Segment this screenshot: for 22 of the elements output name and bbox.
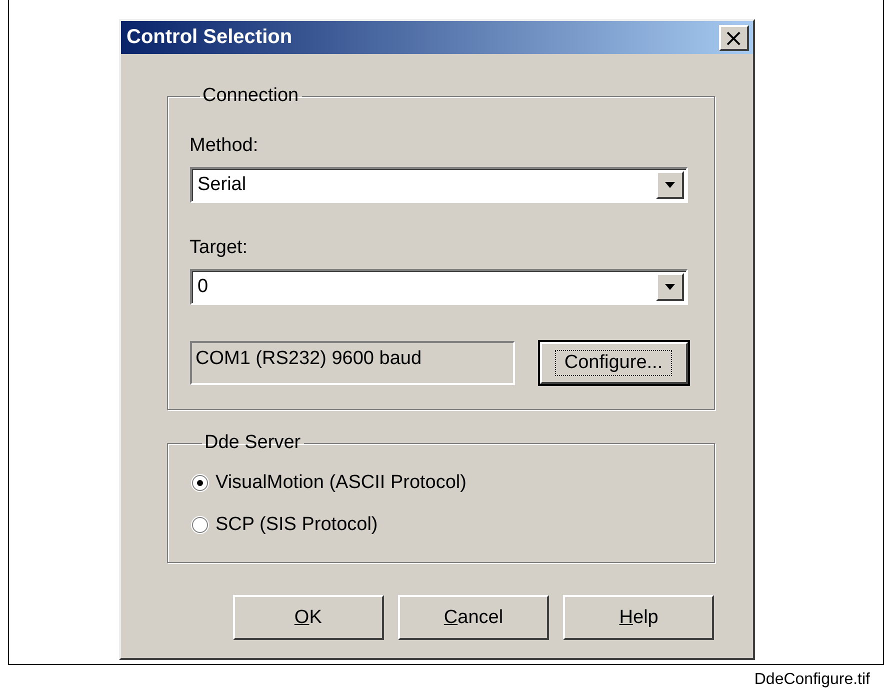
dialog-button[interactable]: Help: [563, 595, 714, 640]
group-title: Dde Server: [204, 432, 302, 454]
caret-icon: [664, 284, 674, 290]
group-title: Connection: [202, 85, 300, 107]
caret-icon: [664, 182, 674, 188]
target-dropdown[interactable]: 0: [190, 269, 688, 305]
method-label: Method:: [190, 135, 260, 157]
radio-label: SCP (SIS Protocol): [216, 514, 378, 536]
close-button[interactable]: ×: [718, 24, 748, 50]
dialog-button[interactable]: Cancel: [398, 595, 550, 640]
dropdown-arrow-button[interactable]: [656, 171, 684, 199]
method-dropdown[interactable]: Serial: [190, 167, 688, 203]
target-label: Target:: [190, 237, 249, 259]
radio-button[interactable]: [192, 475, 208, 491]
figure-caption: DdeConfigure.tif: [754, 671, 870, 689]
dropdown-arrow-button[interactable]: [656, 273, 684, 301]
connection-status-field: COM1 (RS232) 9600 baud: [190, 341, 514, 385]
configure-button[interactable]: Configure...: [540, 342, 688, 384]
radio-button[interactable]: [192, 517, 208, 533]
radio-label: VisualMotion (ASCII Protocol): [216, 472, 466, 494]
dialog-button[interactable]: OK: [232, 595, 384, 640]
window-title: Control Selection: [126, 26, 292, 49]
